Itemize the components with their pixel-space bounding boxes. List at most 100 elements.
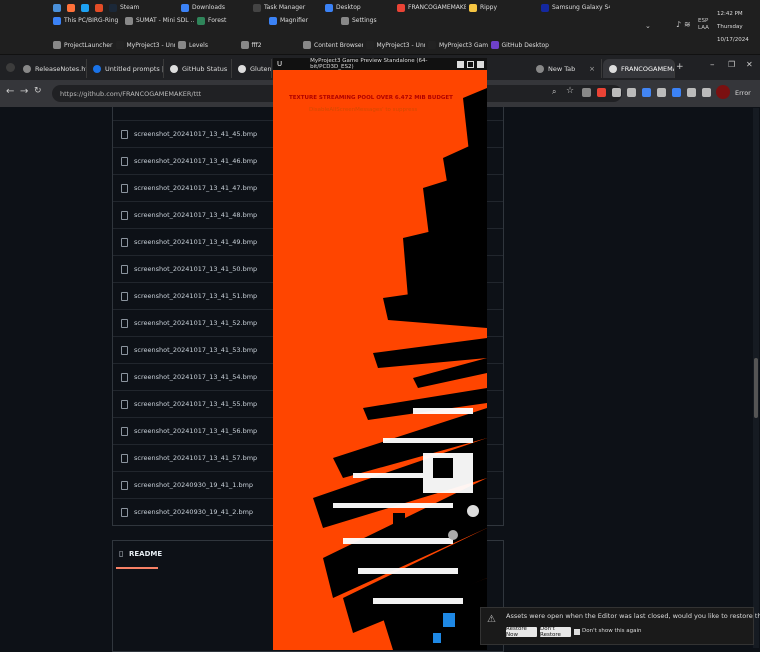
taskbar-window-item[interactable]: ProjectLauncher xyxy=(50,39,113,52)
taskbar-pin-item[interactable] xyxy=(64,1,78,14)
favicon-icon xyxy=(238,64,246,73)
taskbar-pin-item[interactable] xyxy=(50,1,64,14)
tab-label: New Tab xyxy=(548,64,576,73)
file-name-link[interactable]: screenshot_20241017_13_41_54.bmp xyxy=(134,373,257,381)
taskbar-window-item[interactable]: MyProject3 - Unreal E... xyxy=(113,39,175,52)
speaker-icon[interactable]: ♪ xyxy=(676,20,681,29)
taskbar-window-label: fff2 xyxy=(251,41,262,49)
bookmark-star-icon[interactable]: ☆ xyxy=(566,86,574,96)
taskbar-window-label: GitHub Desktop xyxy=(501,41,549,49)
browser-tab[interactable]: Untitled prompts | G× xyxy=(87,59,164,78)
browser-tab[interactable]: Gluten and× xyxy=(232,59,272,78)
taskbar-pin-item[interactable]: Steam xyxy=(106,1,178,14)
file-name-link[interactable]: screenshot_20241017_13_41_49.bmp xyxy=(134,238,257,246)
extension-icon[interactable] xyxy=(702,88,711,97)
app-icon xyxy=(81,3,89,12)
dont-show-checkbox[interactable] xyxy=(574,629,580,635)
taskbar-pin-item[interactable]: Forest xyxy=(194,14,266,27)
profile-avatar[interactable] xyxy=(716,85,730,99)
readme-tab-underline xyxy=(116,567,158,569)
file-name-link[interactable]: screenshot_20241017_13_41_53.bmp xyxy=(134,346,257,354)
taskbar-pin-item[interactable]: Magnifier xyxy=(266,14,338,27)
maximize-icon[interactable]: ❐ xyxy=(728,60,735,69)
taskbar-window-item[interactable]: GitHub Desktop xyxy=(488,39,551,52)
extension-icon[interactable] xyxy=(597,88,606,97)
wifi-icon[interactable]: ≋ xyxy=(684,20,691,29)
taskbar-pin-item[interactable]: Desktop xyxy=(322,1,394,14)
dont-restore-button[interactable]: Don't Restore xyxy=(540,626,571,638)
extension-icon[interactable] xyxy=(612,88,621,97)
extension-icon[interactable] xyxy=(672,88,681,97)
file-name-link[interactable]: screenshot_20241017_13_41_55.bmp xyxy=(134,400,257,408)
file-name-link[interactable]: screenshot_20240930_19_41_2.bmp xyxy=(134,508,253,516)
file-name-link[interactable]: screenshot_20241017_13_41_57.bmp xyxy=(134,454,257,462)
browser-tab[interactable]: ReleaseNotes.html× xyxy=(17,59,87,78)
file-name-link[interactable]: screenshot_20241017_13_41_48.bmp xyxy=(134,211,257,219)
taskbar-pin-item[interactable] xyxy=(78,1,92,14)
game-viewport-scene[interactable] xyxy=(273,58,487,650)
taskbar-pin-item[interactable]: Samsung Galaxy S4 M... xyxy=(538,1,610,14)
minimize-icon[interactable]: – xyxy=(710,60,715,70)
extension-icon[interactable] xyxy=(657,88,666,97)
taskbar-window-item[interactable]: Content Browser xyxy=(300,39,363,52)
scrollbar-thumb[interactable] xyxy=(754,358,758,418)
zoom-icon[interactable]: ⌕ xyxy=(552,87,556,97)
tab-close-icon[interactable]: × xyxy=(589,65,595,73)
taskbar-row-1: Steam Downloads Task Manager Desktop FRANCOG… xyxy=(50,1,630,27)
close-icon[interactable]: ✕ xyxy=(746,60,753,69)
clock-time[interactable]: 12:42 PM xyxy=(717,11,743,17)
taskbar-window-item[interactable]: fff2 xyxy=(238,39,301,52)
taskbar-window-label: Content Browser xyxy=(314,41,363,49)
tab-search-icon[interactable] xyxy=(6,63,15,72)
new-tab-icon[interactable]: + xyxy=(676,62,684,72)
taskbar-window-label: MyProject3 Game Pre... xyxy=(439,41,488,49)
language-indicator[interactable]: ESP xyxy=(698,18,708,24)
extension-icon[interactable] xyxy=(687,88,696,97)
file-icon xyxy=(121,210,128,220)
dont-show-label: Don't show this again xyxy=(582,628,642,634)
taskbar-window-item[interactable]: MyProject3 - Unreal E... xyxy=(363,39,425,52)
taskbar-pin-item[interactable]: This PC/BIRG-Ring xyxy=(50,14,122,27)
app-icon xyxy=(240,41,249,49)
file-name-link[interactable]: screenshot_20241017_13_41_47.bmp xyxy=(134,184,257,192)
extension-icon[interactable] xyxy=(642,88,651,97)
app-icon xyxy=(397,3,405,12)
file-name-link[interactable]: screenshot_20241017_13_41_52.bmp xyxy=(134,319,257,327)
restore-assets-notification: ⚠ Assets were open when the Editor was l… xyxy=(480,607,760,645)
taskbar-pin-item[interactable] xyxy=(92,1,106,14)
taskbar-pin-item[interactable]: Downloads xyxy=(178,1,250,14)
tab-label: Gluten and xyxy=(250,64,272,73)
app-icon xyxy=(109,3,117,12)
taskbar-pin-item[interactable]: Rippy xyxy=(466,1,538,14)
game-preview-window[interactable]: U MyProject3 Game Preview Standalone (64… xyxy=(273,58,487,650)
file-name-link[interactable]: screenshot_20241017_13_41_45.bmp xyxy=(134,130,257,138)
taskbar-pin-item[interactable]: FRANCOGAMEMAKE... xyxy=(394,1,466,14)
file-name-link[interactable]: screenshot_20240930_19_41_1.bmp xyxy=(134,481,253,489)
browser-tab[interactable]: New Tab × xyxy=(530,59,602,78)
taskbar-pin-label: Samsung Galaxy S4 M... xyxy=(552,4,610,11)
browser-tab[interactable]: FRANCOGAMEMAKER× xyxy=(603,59,675,78)
file-name-link[interactable]: screenshot_20241017_13_41_50.bmp xyxy=(134,265,257,273)
reload-icon[interactable]: ↻ xyxy=(34,86,42,96)
browser-tab[interactable]: GitHub Status× xyxy=(164,59,232,78)
readme-tab[interactable]: README xyxy=(129,550,162,558)
taskbar-pin-item[interactable]: SUMAT - Mini SDL ... xyxy=(122,14,194,27)
taskbar-pin-item[interactable]: Settings xyxy=(338,14,410,27)
error-badge[interactable]: Error xyxy=(735,89,751,97)
taskbar-pin-label: Steam xyxy=(120,4,140,11)
taskbar-pin-label: Desktop xyxy=(336,4,361,11)
taskbar-pin-item[interactable]: Task Manager xyxy=(250,1,322,14)
extension-icon[interactable] xyxy=(582,88,591,97)
file-name-link[interactable]: screenshot_20241017_13_41_46.bmp xyxy=(134,157,257,165)
page-scrollbar[interactable] xyxy=(753,108,759,648)
file-name-link[interactable]: screenshot_20241017_13_41_51.bmp xyxy=(134,292,257,300)
extension-icon[interactable] xyxy=(627,88,636,97)
forward-icon[interactable]: → xyxy=(20,86,28,97)
restore-now-button[interactable]: Restore Now xyxy=(506,626,537,638)
taskbar-window-item[interactable]: Levels xyxy=(175,39,238,52)
chevron-down-icon[interactable]: ⌄ xyxy=(645,22,651,30)
back-icon[interactable]: ← xyxy=(6,86,14,97)
file-name-link[interactable]: screenshot_20241017_13_41_56.bmp xyxy=(134,427,257,435)
taskbar-window-item[interactable]: MyProject3 Game Pre... xyxy=(425,39,488,52)
app-icon xyxy=(95,3,103,12)
